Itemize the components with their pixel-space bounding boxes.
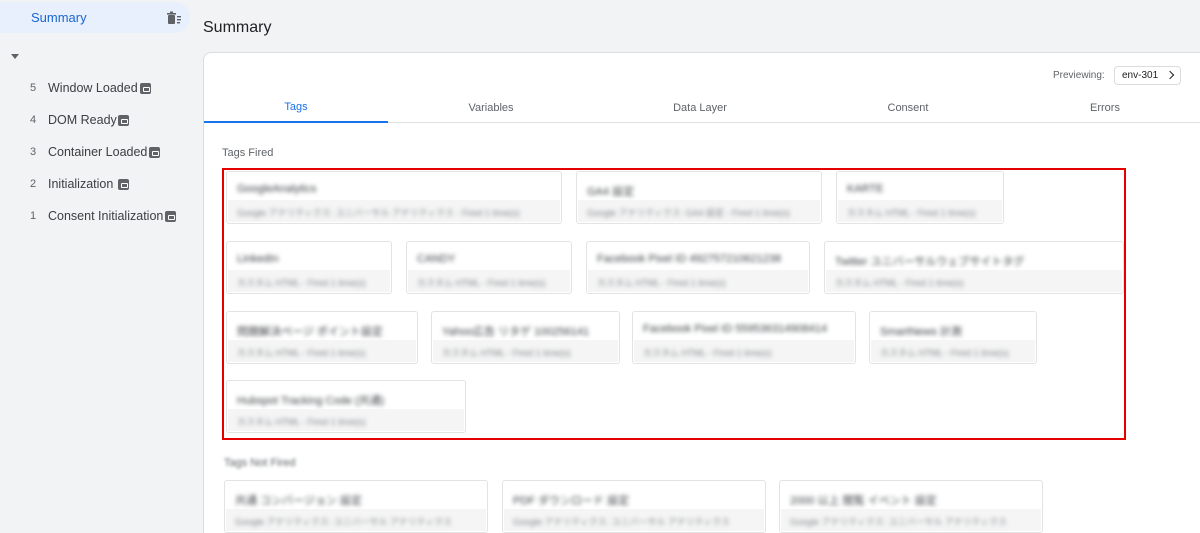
event-number: 5 — [30, 82, 37, 94]
caret-down-icon[interactable] — [10, 53, 20, 61]
event-item-window-loaded[interactable]: 5 Window Loaded — [0, 72, 192, 104]
event-type-icon — [149, 146, 160, 158]
tab-tags[interactable]: Tags — [204, 93, 388, 123]
sidebar-item-label: Summary — [31, 10, 87, 25]
tag-description: Google アナリティクス: ユニバーサル アナリティクス — [235, 517, 452, 527]
event-name: Initialization — [48, 177, 114, 191]
previewing-label: Previewing: — [1053, 70, 1105, 81]
event-item-initialization[interactable]: 2 Initialization — [0, 168, 192, 200]
tag-name: Facebook Pixel ID 559536314908414 — [643, 323, 828, 335]
event-number: 4 — [30, 114, 37, 126]
tag-description: カスタム HTML - Fired 1 time(s) — [237, 348, 366, 358]
tag-tile[interactable]: Facebook Pixel ID 559536314908414 カスタム H… — [632, 311, 856, 364]
tag-description: カスタム HTML - Fired 1 time(s) — [442, 348, 571, 358]
summary-card: Previewing: env-301 Tags Variables Data … — [203, 52, 1200, 533]
tag-tile[interactable]: Yahoo広告 リタゲ 100256141 カスタム HTML - Fired … — [431, 311, 620, 364]
tag-name: Facebook Pixel ID 492757210621238 — [597, 253, 782, 265]
environment-name: env-301 — [1122, 70, 1159, 81]
environment-selector[interactable]: env-301 — [1114, 66, 1181, 85]
tag-description: カスタム HTML - Fired 1 time(s) — [597, 278, 726, 288]
tags-not-fired-heading: Tags Not Fired — [224, 457, 296, 469]
tag-description: Google アナリティクス: ユニバーサル アナリティクス — [790, 517, 1007, 527]
tag-tile[interactable]: CANDY カスタム HTML - Fired 1 time(s) — [406, 241, 572, 294]
tab-variables[interactable]: Variables — [388, 93, 594, 123]
event-type-icon — [118, 114, 129, 126]
tag-description: カスタム HTML - Fired 1 time(s) — [417, 278, 546, 288]
tag-name: Twitter ユニバーサルウェブサイトタグ — [835, 256, 1025, 268]
tag-tile[interactable]: 2000 以上 閲覧 イベント 設定 Google アナリティクス: ユニバーサ… — [779, 480, 1043, 533]
event-name: Container Loaded — [48, 145, 148, 159]
tab-errors[interactable]: Errors — [1010, 93, 1200, 123]
tag-name: Hubspot Tracking Code (共通) — [237, 395, 385, 407]
tag-tile[interactable]: LinkedIn カスタム HTML - Fired 1 time(s) — [226, 241, 392, 294]
tag-description: Google アナリティクス: GA4 設定 - Fired 1 time(s) — [587, 208, 791, 218]
tab-consent[interactable]: Consent — [806, 93, 1010, 123]
event-type-icon — [118, 178, 129, 190]
tag-tile[interactable]: 問題解決ページ ポイント設定 カスタム HTML - Fired 1 time(… — [226, 311, 418, 364]
tag-description: カスタム HTML - Fired 1 time(s) — [847, 208, 976, 218]
event-item-consent-initialization[interactable]: 1 Consent Initialization — [0, 200, 192, 232]
tag-name: Yahoo広告 リタゲ 100256141 — [442, 326, 590, 338]
event-type-icon — [140, 82, 151, 94]
tag-name: SmartNews 計測 — [880, 326, 962, 338]
tag-description: カスタム HTML - Fired 1 time(s) — [237, 278, 366, 288]
tag-name: GA4 設定 — [587, 186, 635, 198]
event-name: Consent Initialization — [48, 209, 164, 223]
chevron-right-icon — [1165, 70, 1175, 80]
event-number: 2 — [30, 178, 37, 190]
tag-name: CANDY — [417, 253, 456, 265]
tag-description: カスタム HTML - Fired 1 time(s) — [880, 348, 1009, 358]
tab-data-layer[interactable]: Data Layer — [594, 93, 806, 123]
tab-bar: Tags Variables Data Layer Consent Errors — [204, 93, 1200, 123]
tag-tile[interactable]: GoogleAnalytics Google アナリティクス: ユニバーサル ア… — [226, 171, 562, 224]
tag-tile[interactable]: PDF ダウンロード 設定 Google アナリティクス: ユニバーサル アナリ… — [502, 480, 766, 533]
page-title: Summary — [203, 19, 272, 36]
tag-tile[interactable]: Twitter ユニバーサルウェブサイトタグ カスタム HTML - Fired… — [824, 241, 1124, 294]
tag-name: PDF ダウンロード 設定 — [513, 495, 630, 507]
event-number: 1 — [30, 210, 37, 222]
tag-name: KARTE — [847, 183, 884, 195]
event-type-icon — [165, 210, 176, 222]
tag-tile[interactable]: SmartNews 計測 カスタム HTML - Fired 1 time(s) — [869, 311, 1037, 364]
tag-description: カスタム HTML - Fired 1 time(s) — [237, 417, 366, 427]
tag-name: 問題解決ページ ポイント設定 — [237, 326, 383, 338]
event-item-dom-ready[interactable]: 4 DOM Ready — [0, 104, 192, 136]
event-number: 3 — [30, 146, 37, 158]
tags-fired-heading: Tags Fired — [222, 147, 274, 159]
tag-name: GoogleAnalytics — [237, 183, 317, 195]
tag-name: 2000 以上 閲覧 イベント 設定 — [790, 495, 937, 507]
tag-tile[interactable]: 共通 コンバージョン 設定 Google アナリティクス: ユニバーサル アナリ… — [224, 480, 488, 533]
tag-description: カスタム HTML - Fired 1 time(s) — [835, 278, 964, 288]
tag-tile[interactable]: Facebook Pixel ID 492757210621238 カスタム H… — [586, 241, 810, 294]
tag-tile[interactable]: GA4 設定 Google アナリティクス: GA4 設定 - Fired 1 … — [576, 171, 822, 224]
tag-tile[interactable]: KARTE カスタム HTML - Fired 1 time(s) — [836, 171, 1004, 224]
event-name: DOM Ready — [48, 113, 117, 127]
tag-name: 共通 コンバージョン 設定 — [235, 495, 362, 507]
clear-messages-icon[interactable] — [166, 10, 182, 26]
sidebar: Summary 5 Window Loaded 4 DOM Ready 3 Co… — [0, 0, 192, 533]
tag-description: Google アナリティクス: ユニバーサル アナリティクス — [513, 517, 730, 527]
event-name: Window Loaded — [48, 81, 138, 95]
tag-tile[interactable]: Hubspot Tracking Code (共通) カスタム HTML - F… — [226, 380, 466, 433]
sidebar-item-summary[interactable]: Summary — [0, 2, 190, 33]
tag-description: カスタム HTML - Fired 1 time(s) — [643, 348, 772, 358]
event-item-container-loaded[interactable]: 3 Container Loaded — [0, 136, 192, 168]
tag-description: Google アナリティクス: ユニバーサル アナリティクス - Fired 1… — [237, 208, 520, 218]
tag-name: LinkedIn — [237, 253, 279, 265]
